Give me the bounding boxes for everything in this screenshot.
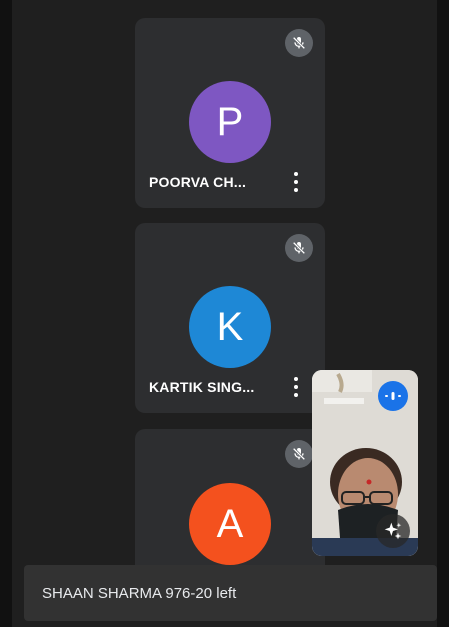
avatar: A <box>189 483 271 565</box>
left-edge <box>0 0 12 627</box>
meeting-stage: P POORVA CH... K KARTIK SING... A SHAAN … <box>0 0 449 627</box>
right-edge <box>437 0 449 627</box>
sparkle-effects-icon[interactable] <box>376 514 410 548</box>
participant-left-toast: SHAAN SHARMA 976-20 left <box>24 565 437 621</box>
avatar: P <box>189 81 271 163</box>
self-view[interactable] <box>312 370 418 556</box>
audio-level-icon <box>378 381 408 411</box>
participant-name: POORVA CH... <box>149 174 247 190</box>
participant-name: KARTIK SING... <box>149 379 255 395</box>
mic-off-icon <box>285 29 313 57</box>
mic-off-icon <box>285 440 313 468</box>
avatar: K <box>189 286 271 368</box>
mic-off-icon <box>285 234 313 262</box>
participant-tile[interactable]: P POORVA CH... <box>135 18 325 208</box>
participant-tile[interactable]: K KARTIK SING... <box>135 223 325 413</box>
toast-text: SHAAN SHARMA 976-20 left <box>42 584 237 602</box>
more-vert-icon[interactable] <box>289 375 303 399</box>
more-vert-icon[interactable] <box>289 170 303 194</box>
